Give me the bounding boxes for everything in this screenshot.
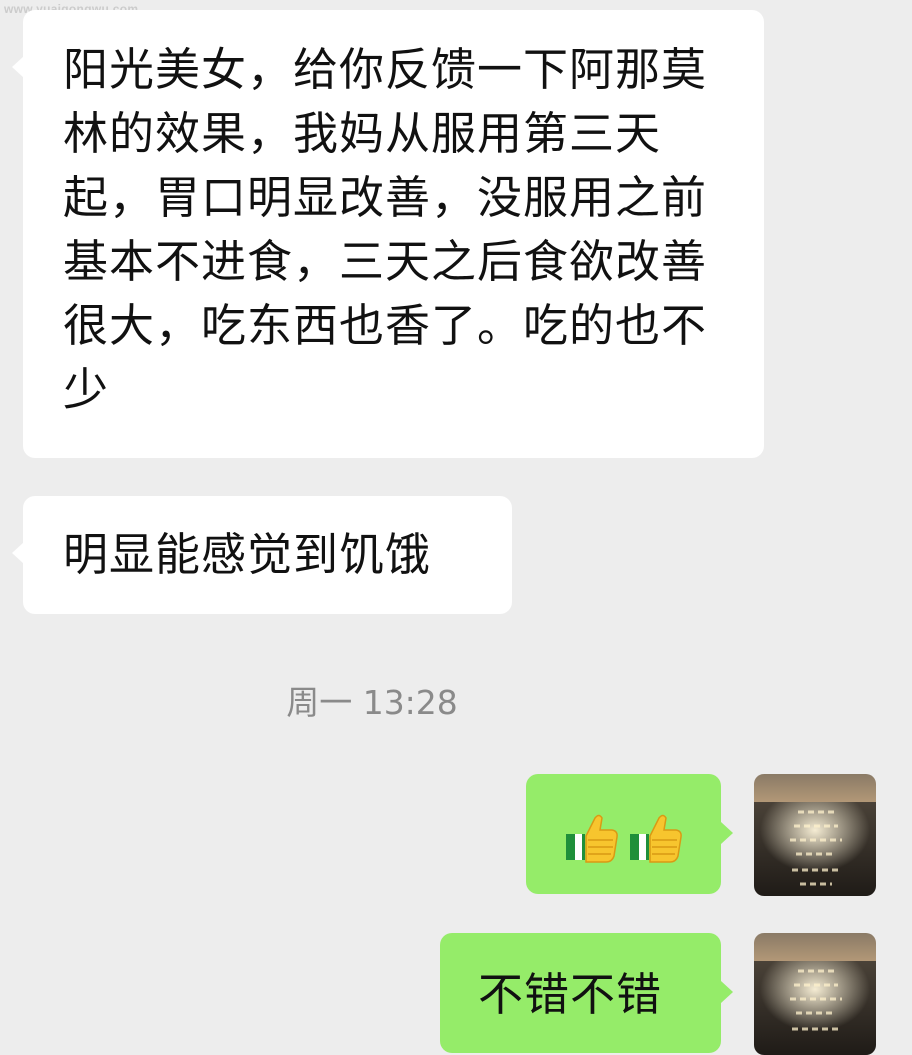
outgoing-message-bubble[interactable] [526,774,733,894]
outgoing-message-bubble[interactable]: 不错不错 [440,933,733,1053]
bubble-tail [721,822,733,844]
user-avatar[interactable] [754,774,876,896]
thumbs-up-icon [566,814,618,863]
message-text: 明显能感觉到饥饿 [63,528,432,581]
sunset-sea-avatar-image [754,774,876,896]
message-text: 阳光美女，给你反馈一下阿那莫林的效果，我妈从服用第三天起，胃口明显改善，没服用之… [63,43,708,416]
thumbs-up-icon [630,814,682,863]
bubble-tail [12,56,24,78]
incoming-message-bubble[interactable]: 阳光美女，给你反馈一下阿那莫林的效果，我妈从服用第三天起，胃口明显改善，没服用之… [12,10,764,458]
bubble-tail [721,981,733,1003]
bubble-tail [12,542,24,564]
incoming-message-bubble[interactable]: 明显能感觉到饥饿 [12,496,512,614]
message-text: 不错不错 [478,968,663,1021]
message-timestamp: 周一 13:28 [286,683,458,722]
